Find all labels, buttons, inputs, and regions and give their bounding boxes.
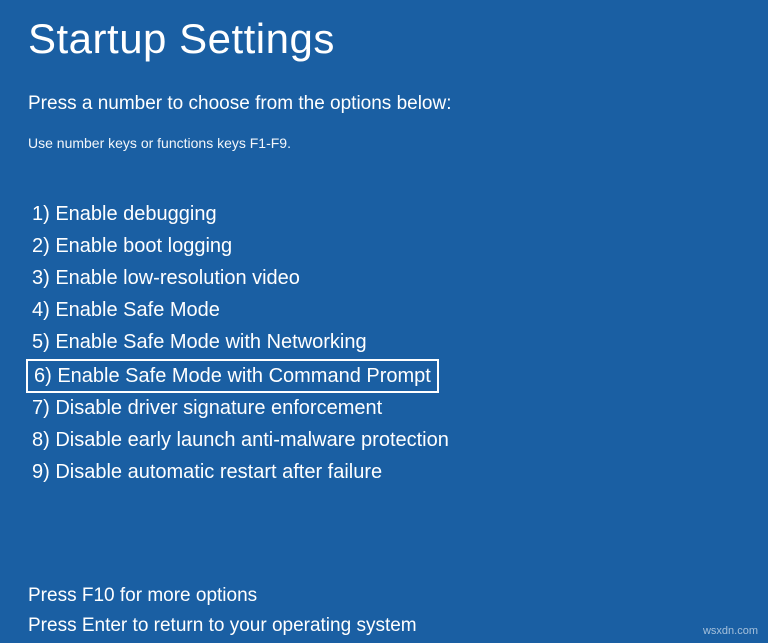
option-2[interactable]: 2) Enable boot logging [28,231,236,261]
option-8[interactable]: 8) Disable early launch anti-malware pro… [28,425,453,455]
option-3[interactable]: 3) Enable low-resolution video [28,263,304,293]
key-hint: Use number keys or functions keys F1-F9. [28,135,740,151]
option-9[interactable]: 9) Disable automatic restart after failu… [28,457,386,487]
option-7[interactable]: 7) Disable driver signature enforcement [28,393,386,423]
page-title: Startup Settings [28,15,740,63]
option-1[interactable]: 1) Enable debugging [28,199,221,229]
option-5[interactable]: 5) Enable Safe Mode with Networking [28,327,371,357]
options-list: 1) Enable debugging2) Enable boot loggin… [28,199,740,489]
option-6[interactable]: 6) Enable Safe Mode with Command Prompt [26,359,439,393]
watermark: wsxdn.com [703,625,758,637]
option-4[interactable]: 4) Enable Safe Mode [28,295,224,325]
footer-return: Press Enter to return to your operating … [28,611,740,641]
footer-more: Press F10 for more options [28,581,740,611]
subtitle: Press a number to choose from the option… [28,93,740,115]
